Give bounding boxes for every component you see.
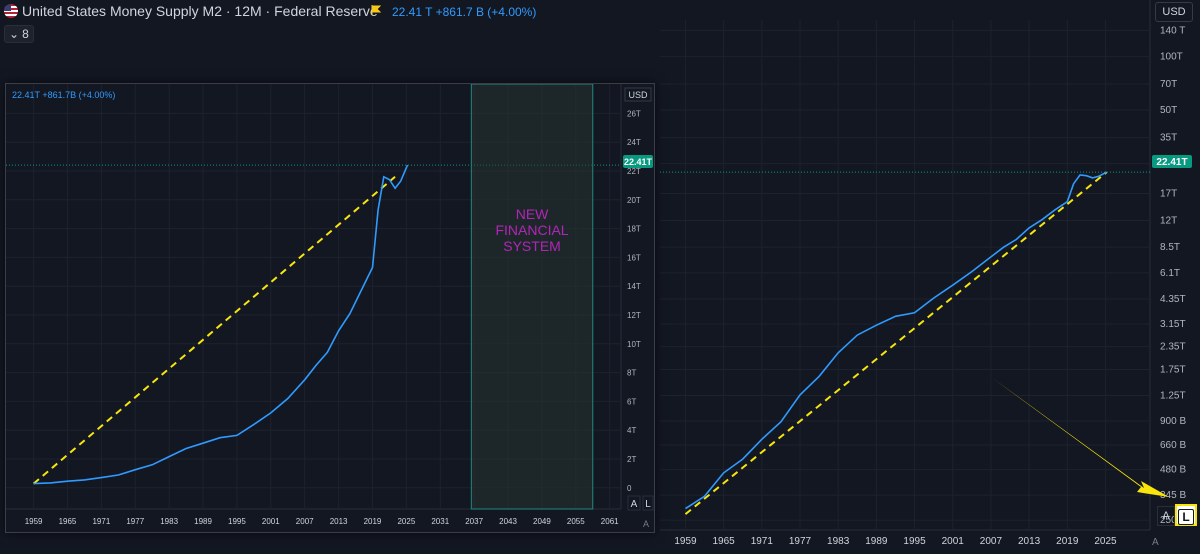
inset-x-tick: 2001 <box>262 517 280 526</box>
inset-y-tick: 12T <box>627 311 641 320</box>
main-y-tick: 12T <box>1160 215 1177 226</box>
inset-currency-bottom: A <box>643 519 649 529</box>
inset-y-tick: 20T <box>627 196 641 205</box>
svg-text:A: A <box>631 499 638 510</box>
bottom-currency-label: A <box>1152 537 1159 548</box>
inset-x-tick: 1995 <box>228 517 246 526</box>
main-x-tick: 1959 <box>674 536 697 547</box>
main-y-tick: 4.35T <box>1160 294 1186 305</box>
main-price-axis[interactable]: 140 T100T70T50T35T25T17T12T8.5T6.1T4.35T… <box>1160 25 1186 526</box>
inset-chart-linear[interactable]: NEW FINANCIAL SYSTEM 0 2T 4T 6T 8T 10T 12T 14T 16T… <box>6 84 654 532</box>
svg-text:22.41T: 22.41T <box>624 157 653 167</box>
svg-text:L: L <box>645 499 651 510</box>
main-y-tick: 3.15T <box>1160 319 1186 330</box>
main-x-tick: 2007 <box>980 536 1003 547</box>
inset-y-tick: 8T <box>627 369 636 378</box>
main-y-tick: 1.25T <box>1160 391 1186 402</box>
main-y-tick: 2.35T <box>1160 342 1186 353</box>
inset-y-tick: 26T <box>627 109 641 118</box>
annotation-box: NEW FINANCIAL SYSTEM <box>470 84 594 510</box>
main-y-tick: 70T <box>1160 79 1177 90</box>
inset-x-tick: 1965 <box>59 517 77 526</box>
main-x-tick: 2019 <box>1056 536 1079 547</box>
inset-y-tick: 10T <box>627 340 641 349</box>
inset-x-tick: 1977 <box>126 517 144 526</box>
main-x-tick: 1995 <box>903 536 926 547</box>
inset-legend: 22.41T +861.7B (+4.00%) <box>12 90 115 100</box>
inset-y-tick: 2T <box>627 455 636 464</box>
main-x-tick: 1965 <box>713 536 736 547</box>
log-scale-button[interactable]: L <box>1175 504 1197 526</box>
main-trend-line <box>684 171 1108 515</box>
inset-y-tick: 22T <box>627 167 641 176</box>
inset-x-tick: 1989 <box>194 517 212 526</box>
inset-y-tick: 14T <box>627 282 641 291</box>
main-y-tick: 900 B <box>1160 416 1186 427</box>
inset-x-tick: 2013 <box>330 517 348 526</box>
main-x-tick: 2001 <box>942 536 965 547</box>
inset-x-tick: 1959 <box>25 517 43 526</box>
auto-scale-button[interactable]: A <box>1157 506 1175 526</box>
main-y-tick: 35T <box>1160 133 1177 144</box>
inset-x-tick: 2049 <box>533 517 551 526</box>
main-x-tick: 1971 <box>751 536 774 547</box>
inset-scale-log-button[interactable]: L <box>642 495 654 511</box>
main-price-tag-text: 22.41T <box>1156 157 1187 168</box>
inset-y-tick: 6T <box>627 397 636 406</box>
inset-price-tag: 22.41T <box>623 155 653 168</box>
inset-x-tick: 2025 <box>397 517 415 526</box>
main-y-tick: 17T <box>1160 189 1177 200</box>
main-x-tick: 1983 <box>827 536 850 547</box>
main-y-tick: 8.5T <box>1160 242 1180 253</box>
main-price-tag: 22.41T <box>1152 155 1192 168</box>
inset-y-tick: 18T <box>627 225 641 234</box>
inset-x-tick: 2043 <box>499 517 517 526</box>
inset-y-tick: 24T <box>627 138 641 147</box>
inset-x-tick: 1971 <box>92 517 110 526</box>
main-x-tick: 1977 <box>789 536 812 547</box>
inset-currency-label[interactable]: USD <box>624 87 652 102</box>
main-y-tick: 50T <box>1160 105 1177 116</box>
main-series <box>684 171 1108 515</box>
inset-x-tick: 1983 <box>160 517 178 526</box>
main-time-axis[interactable]: 1959 1965 1971 1977 1983 1989 1995 2001 2007 2013… <box>0 536 1117 547</box>
inset-x-tick: 2061 <box>601 517 619 526</box>
main-y-tick: 660 B <box>1160 440 1186 451</box>
svg-text:USD: USD <box>628 90 648 100</box>
inset-chart-panel[interactable]: NEW FINANCIAL SYSTEM 0 2T 4T 6T 8T 10T 12T 14T 16T… <box>5 83 655 533</box>
inset-y-tick: 16T <box>627 253 641 262</box>
inset-x-tick: 2055 <box>567 517 585 526</box>
main-x-tick: 2013 <box>1018 536 1041 547</box>
main-y-tick: 1.75T <box>1160 364 1186 375</box>
inset-x-tick: 2007 <box>296 517 314 526</box>
inset-y-tick: 0 <box>627 484 632 493</box>
main-y-tick: 6.1T <box>1160 268 1180 279</box>
inset-y-tick: 4T <box>627 426 636 435</box>
inset-x-tick: 2037 <box>465 517 483 526</box>
main-y-tick: 100T <box>1160 51 1183 62</box>
inset-x-tick: 2031 <box>431 517 449 526</box>
main-x-tick: 1989 <box>865 536 888 547</box>
inset-x-tick: 2019 <box>364 517 382 526</box>
main-x-tick: 2025 <box>1094 536 1117 547</box>
main-y-tick: 140 T <box>1160 25 1185 36</box>
arrow-annotation <box>991 377 1169 497</box>
inset-scale-auto-button[interactable]: A <box>627 495 641 511</box>
main-y-tick: 480 B <box>1160 465 1186 476</box>
